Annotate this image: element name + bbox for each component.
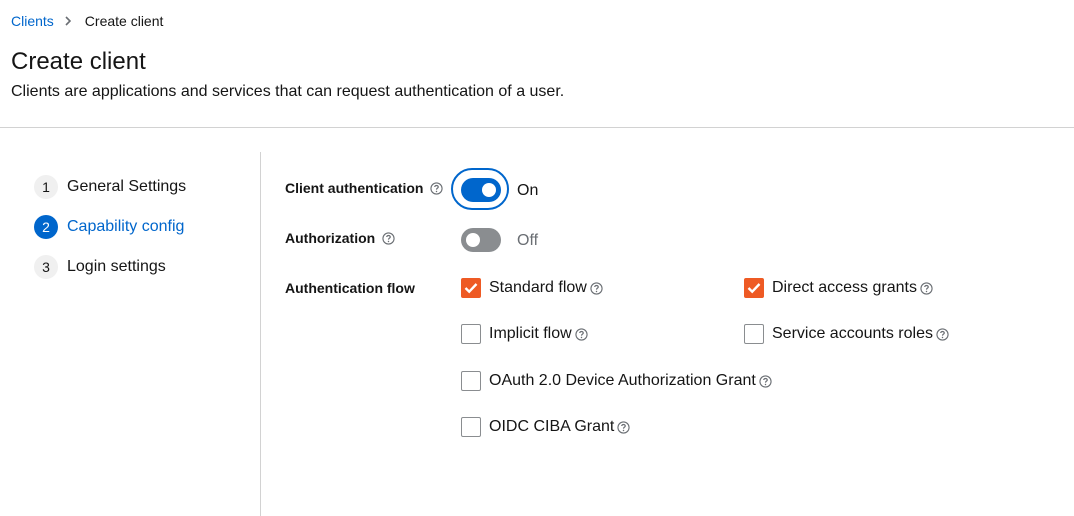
client-authentication-label-text: Client authentication: [285, 180, 424, 196]
breadcrumb-current: Create client: [84, 13, 164, 29]
implicit-flow-option[interactable]: Implicit flow: [461, 324, 588, 344]
question-circle-icon[interactable]: [759, 374, 772, 388]
authorization-switch[interactable]: [461, 228, 501, 252]
step-label: General Settings: [67, 178, 187, 195]
checkmark-icon: [747, 283, 761, 294]
client-authentication-state: On: [517, 182, 539, 199]
client-authentication-label: Client authentication: [285, 180, 444, 196]
oauth-device-grant-checkbox[interactable]: [461, 371, 481, 391]
authorization-label-text: Authorization: [285, 230, 376, 246]
standard-flow-checkbox[interactable]: [461, 278, 481, 298]
service-accounts-roles-option[interactable]: Service accounts roles: [744, 324, 949, 344]
step-label: Capability config: [67, 218, 185, 235]
oidc-ciba-grant-label: OIDC CIBA Grant: [489, 418, 615, 435]
direct-access-grants-option[interactable]: Direct access grants: [744, 278, 933, 298]
breadcrumb: Clients Create client: [11, 13, 163, 29]
wizard-step-capability-config[interactable]: 2 Capability config: [34, 215, 186, 239]
standard-flow-option[interactable]: Standard flow: [461, 278, 603, 298]
wizard-step-login-settings[interactable]: 3 Login settings: [34, 255, 186, 279]
authentication-flow-label-text: Authentication flow: [285, 280, 415, 296]
question-circle-icon[interactable]: [575, 327, 588, 341]
authorization-state: Off: [517, 232, 539, 249]
direct-access-grants-label: Direct access grants: [772, 279, 917, 296]
step-label: Login settings: [67, 258, 166, 275]
service-accounts-roles-checkbox[interactable]: [744, 324, 764, 344]
wizard-nav: 1 General Settings 2 Capability config 3…: [34, 175, 186, 295]
authorization-label: Authorization: [285, 230, 395, 246]
step-number: 3: [34, 255, 58, 279]
direct-access-grants-checkbox[interactable]: [744, 278, 764, 298]
step-number: 1: [34, 175, 58, 199]
implicit-flow-checkbox[interactable]: [461, 324, 481, 344]
question-circle-icon[interactable]: [920, 281, 933, 295]
question-circle-icon[interactable]: [382, 231, 395, 245]
question-circle-icon[interactable]: [617, 420, 631, 434]
checkmark-icon: [464, 283, 478, 294]
step-number: 2: [34, 215, 58, 239]
service-accounts-roles-label: Service accounts roles: [772, 325, 933, 342]
oauth-device-grant-label: OAuth 2.0 Device Authorization Grant: [489, 372, 756, 389]
page-description: Clients are applications and services th…: [11, 83, 565, 100]
breadcrumb-link-clients[interactable]: Clients: [11, 13, 54, 29]
client-authentication-switch[interactable]: [461, 178, 501, 202]
switch-knob: [482, 183, 496, 197]
question-circle-icon[interactable]: [936, 327, 949, 341]
switch-knob: [466, 233, 480, 247]
wizard-step-general-settings[interactable]: 1 General Settings: [34, 175, 186, 199]
oauth-device-grant-option[interactable]: OAuth 2.0 Device Authorization Grant: [461, 371, 772, 391]
standard-flow-label: Standard flow: [489, 279, 587, 296]
header-divider: [0, 127, 1074, 128]
oidc-ciba-grant-option[interactable]: OIDC CIBA Grant: [461, 417, 631, 437]
oidc-ciba-grant-checkbox[interactable]: [461, 417, 481, 437]
wizard-divider: [260, 152, 261, 516]
question-circle-icon[interactable]: [590, 281, 603, 295]
implicit-flow-label: Implicit flow: [489, 325, 572, 342]
angle-right-icon: [65, 16, 71, 26]
authentication-flow-label: Authentication flow: [285, 280, 415, 296]
page-title: Create client: [11, 48, 146, 75]
question-circle-icon[interactable]: [430, 181, 444, 195]
